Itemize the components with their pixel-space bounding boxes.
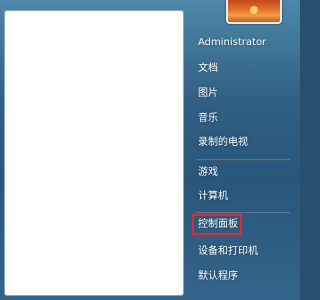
menu-item-games[interactable]: 游戏 [190, 162, 294, 184]
menu-item-music[interactable]: 音乐 [190, 108, 294, 130]
control-panel-highlight-box [192, 214, 242, 235]
flower-icon [250, 6, 258, 14]
menu-separator [196, 159, 290, 161]
user-picture-icon[interactable] [226, 0, 282, 24]
menu-item-administrator[interactable]: Administrator [190, 32, 294, 54]
menu-item-pictures[interactable]: 图片 [190, 83, 294, 105]
menu-item-default-programs[interactable]: 默认程序 [190, 266, 294, 288]
menu-item-recorded-tv[interactable]: 录制的电视 [190, 132, 294, 154]
menu-item-documents[interactable]: 文档 [190, 58, 294, 80]
menu-item-computer[interactable]: 计算机 [190, 186, 294, 208]
start-menu-programs-panel [4, 10, 184, 296]
menu-item-devices-and-printers[interactable]: 设备和打印机 [190, 241, 294, 263]
